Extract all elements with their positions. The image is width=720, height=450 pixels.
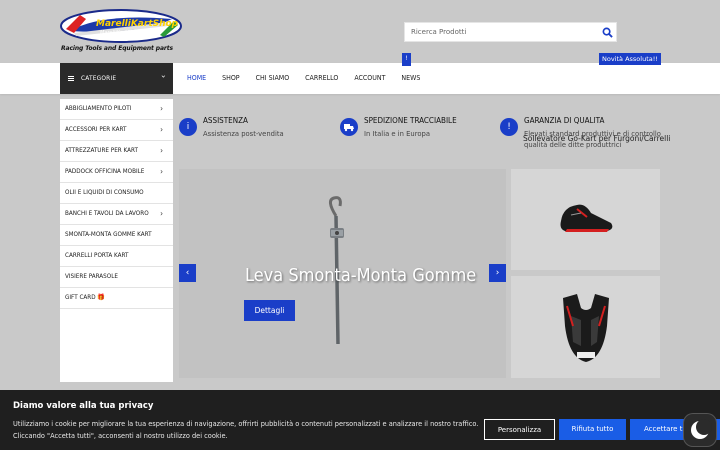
slider-prev-button[interactable]: ‹ bbox=[179, 264, 196, 282]
novita-badge: Novità Assoluta!! bbox=[599, 53, 661, 65]
slider-next-button[interactable]: › bbox=[489, 264, 506, 282]
sidebar-item-carrelli[interactable]: CARRELLI PORTA KART bbox=[60, 246, 173, 267]
chevron-right-icon: › bbox=[160, 209, 163, 218]
main-navbar: CATEGORIE › HOME SHOP CHI SIAMO CARRELLO… bbox=[0, 63, 720, 143]
sidebar-item-label: PADDOCK OFFICINA MOBILE bbox=[65, 168, 145, 175]
sidebar-item-label: ACCESSORI PER KART bbox=[65, 126, 127, 133]
sidebar-item-smonta-monta[interactable]: SMONTA-MONTA GOMME KART bbox=[60, 225, 173, 246]
warning-icon: ! bbox=[500, 118, 518, 136]
nav-news[interactable]: NEWS bbox=[393, 63, 428, 94]
sidebar-item-label: BANCHI E TAVOLI DA LAVORO bbox=[65, 210, 149, 217]
sidebar-item-label: VISIERE PARASOLE bbox=[65, 273, 118, 280]
sidebar-item-accessori[interactable]: ACCESSORI PER KART › bbox=[60, 120, 173, 141]
search-box[interactable] bbox=[404, 22, 617, 42]
categories-toggle[interactable]: CATEGORIE › bbox=[60, 63, 173, 94]
sidebar-item-paddock[interactable]: PADDOCK OFFICINA MOBILE › bbox=[60, 162, 173, 183]
sidebar-item-gift-card[interactable]: GIFT CARD 🎁 bbox=[60, 288, 173, 309]
chevron-down-icon: › bbox=[158, 74, 168, 79]
nav-account[interactable]: ACCOUNT bbox=[346, 63, 393, 94]
sidebar-item-banchi[interactable]: BANCHI E TAVOLI DA LAVORO › bbox=[60, 204, 173, 225]
details-button[interactable]: Dettagli bbox=[244, 300, 295, 321]
main-menu: HOME SHOP CHI SIAMO CARRELLO ACCOUNT NEW… bbox=[179, 63, 428, 94]
site-logo[interactable]: MarelliKartShop MarelliKartShop.com bbox=[60, 9, 182, 43]
moon-icon bbox=[691, 419, 712, 439]
racing-shoe-image bbox=[560, 204, 613, 232]
feature-desc: Assistenza post-vendita bbox=[203, 130, 284, 138]
hero-slider: Leva Smonta-Monta Gomme Dettagli ‹ › bbox=[179, 169, 506, 378]
sidebar-item-visiere[interactable]: VISIERE PARASOLE bbox=[60, 267, 173, 288]
nav-home[interactable]: HOME bbox=[179, 63, 214, 94]
cookie-title: Diamo valore alla tua privacy bbox=[13, 401, 154, 411]
category-sidebar: ABBIGLIAMENTO PILOTI › ACCESSORI PER KART… bbox=[60, 99, 173, 382]
nav-chi-siamo[interactable]: CHI SIAMO bbox=[248, 63, 298, 94]
chevron-right-icon: › bbox=[160, 167, 163, 176]
info-icon: i bbox=[179, 118, 197, 136]
customize-button[interactable]: Personalizza bbox=[484, 419, 555, 440]
sidebar-item-attrezzature[interactable]: ATTREZZATURE PER KART › bbox=[60, 141, 173, 162]
sidebar-item-label: CARRELLI PORTA KART bbox=[65, 252, 129, 259]
nav-carrello[interactable]: CARRELLO bbox=[297, 63, 346, 94]
promo-image-rib-protector[interactable] bbox=[511, 276, 660, 378]
chevron-right-icon: › bbox=[160, 125, 163, 134]
sidebar-item-label: SMONTA-MONTA GOMME KART bbox=[65, 231, 152, 238]
chevron-right-icon: › bbox=[160, 104, 163, 113]
svg-text:MarelliKartShop: MarelliKartShop bbox=[96, 19, 179, 29]
feature-desc: Elevati standard produttivi e di control… bbox=[524, 130, 661, 149]
promo-image-shoe[interactable] bbox=[511, 169, 660, 270]
feature-desc: In Italia e in Europa bbox=[364, 130, 430, 138]
search-icon[interactable] bbox=[602, 27, 613, 38]
nav-shop[interactable]: SHOP bbox=[214, 63, 248, 94]
menu-icon bbox=[68, 76, 74, 81]
feature-title: SPEDIZIONE TRACCIABILE bbox=[364, 116, 457, 125]
site-tagline: Racing Tools and Equipment parts bbox=[61, 45, 174, 52]
sidebar-item-label: GIFT CARD 🎁 bbox=[65, 294, 106, 301]
svg-text:MarelliKartShop.com: MarelliKartShop.com bbox=[100, 30, 152, 36]
truck-icon bbox=[340, 118, 358, 136]
sidebar-item-label: ABBIGLIAMENTO PILOTI bbox=[65, 105, 132, 112]
cookie-banner: Diamo valore alla tua privacy Utilizziam… bbox=[0, 390, 720, 450]
feature-title: ASSISTENZA bbox=[203, 116, 248, 125]
rib-protector-image bbox=[563, 294, 609, 362]
sidebar-item-label: ATTREZZATURE PER KART bbox=[65, 147, 138, 154]
search-input[interactable] bbox=[405, 23, 599, 41]
slide-title: Leva Smonta-Monta Gomme bbox=[245, 265, 477, 286]
cookie-text: Utilizziamo i cookie per migliorare la t… bbox=[13, 420, 479, 440]
news-badge: ! bbox=[402, 53, 411, 66]
sidebar-item-abbigliamento[interactable]: ABBIGLIAMENTO PILOTI › bbox=[60, 99, 173, 120]
chevron-right-icon: › bbox=[160, 146, 163, 155]
sidebar-item-olii[interactable]: OLII E LIQUIDI DI CONSUMO bbox=[60, 183, 173, 204]
sidebar-item-label: OLII E LIQUIDI DI CONSUMO bbox=[65, 189, 144, 196]
reject-all-button[interactable]: Rifiuta tutto bbox=[559, 419, 626, 440]
categories-label: CATEGORIE bbox=[81, 74, 117, 82]
feature-title: GARANZIA DI QUALITA bbox=[524, 116, 605, 125]
dark-mode-toggle[interactable] bbox=[684, 414, 716, 446]
